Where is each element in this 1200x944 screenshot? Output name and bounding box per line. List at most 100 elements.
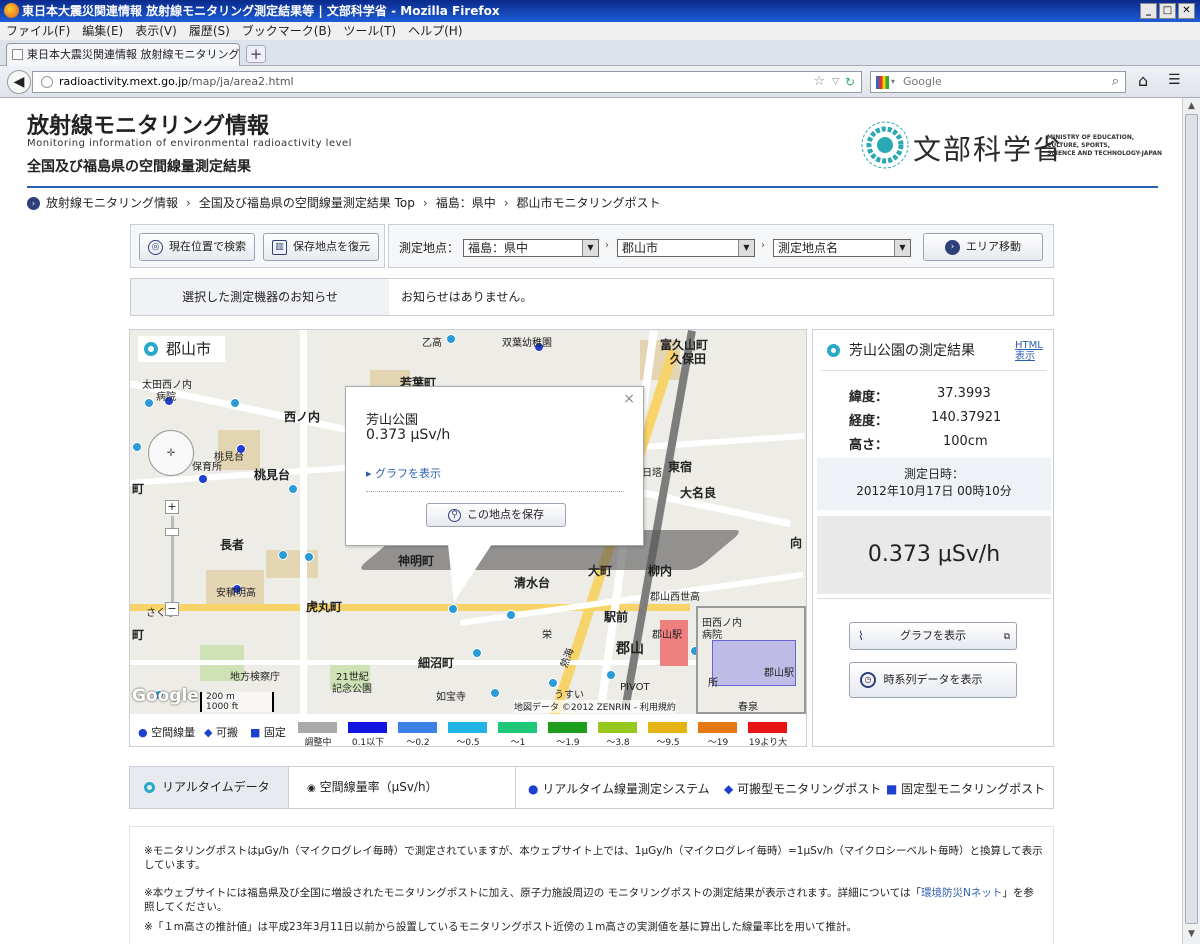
- city-select[interactable]: 郡山市 ▼: [617, 239, 755, 257]
- menu-icon[interactable]: ☰: [1168, 72, 1181, 88]
- nnet-link[interactable]: 環境防災Nネット: [921, 887, 1002, 899]
- legend-type-portable: ◆ 可搬: [204, 726, 238, 739]
- mext-logo-icon: [861, 121, 909, 169]
- legend-swatch: [548, 722, 587, 733]
- point-selector: 測定地点： 福島：県中 ▼ › 郡山市 ▼ › 測定地点名 ▼ › エリア移動: [388, 224, 1054, 268]
- new-tab-button[interactable]: +: [246, 45, 266, 63]
- graph-button[interactable]: ⌇ グラフを表示 ⧉: [849, 622, 1017, 650]
- menu-help[interactable]: ヘルプ(H): [408, 24, 462, 38]
- overview-viewport[interactable]: [712, 640, 796, 686]
- zoom-in-button[interactable]: +: [165, 500, 179, 514]
- bookmark-star-icon[interactable]: ☆: [813, 72, 825, 92]
- lat-label: 緯度：: [849, 390, 889, 405]
- save-point-button[interactable]: ⚲ この地点を保存: [426, 503, 566, 527]
- scroll-up-icon: ▲: [1188, 101, 1195, 111]
- page-scrollbar[interactable]: ▲ ▼: [1182, 98, 1200, 944]
- navigation-bar: ◀ radioactivity.mext.go.jp/map/ja/area2.…: [0, 66, 1200, 98]
- legend-range-label: ～1: [510, 738, 526, 748]
- page-subtitle-en: Monitoring information of environmental …: [27, 138, 352, 149]
- zoom-slider-handle[interactable]: [165, 528, 179, 536]
- back-button[interactable]: ◀: [7, 70, 31, 94]
- arrow-right-icon: ›: [945, 239, 960, 255]
- breadcrumb-home[interactable]: 放射線モニタリング情報: [46, 196, 178, 210]
- locate-button[interactable]: ◎ 現在位置で検索: [139, 233, 255, 261]
- alt-value: 100cm: [943, 434, 988, 449]
- legend-swatch: [298, 722, 337, 733]
- result-value: 0.373 μSv/h: [817, 516, 1051, 594]
- google-icon: [876, 76, 889, 89]
- minimize-button[interactable]: _: [1140, 3, 1157, 19]
- popup-graph-link[interactable]: ▸ グラフを表示: [366, 465, 441, 481]
- legend-realtime-system: ● リアルタイム線量測定システム: [528, 782, 710, 796]
- legend-range-label: 調整中: [304, 738, 332, 748]
- url-path: /map/ja/area2.html: [188, 75, 294, 88]
- search-icon[interactable]: ⌕: [1112, 72, 1119, 92]
- globe-icon: [41, 76, 53, 88]
- menu-history[interactable]: 履歴(S): [189, 24, 230, 38]
- logo-en: MINISTRY OF EDUCATION, CULTURE, SPORTS, SC…: [1047, 134, 1162, 157]
- breadcrumb-area[interactable]: 福島：県中: [436, 196, 496, 210]
- unit-option[interactable]: ◉ 空間線量率（μSv/h）: [288, 767, 516, 808]
- realtime-tab[interactable]: リアルタイムデータ: [130, 767, 288, 808]
- measure-date: 測定日時： 2012年10月17日 00時10分: [817, 458, 1051, 510]
- station-select[interactable]: 測定地点名 ▼: [773, 239, 911, 257]
- menu-file[interactable]: ファイル(F): [6, 24, 70, 38]
- reload-icon[interactable]: ↻: [845, 72, 855, 92]
- menu-tools[interactable]: ツール(T): [343, 24, 396, 38]
- area-badge: 郡山市: [138, 336, 226, 362]
- dropdown-icon[interactable]: ▽: [832, 72, 839, 92]
- overview-map[interactable]: 田西ノ内 病院 郡山駅 所 春泉: [696, 606, 806, 714]
- popup-value: 0.373 μSv/h: [366, 427, 451, 443]
- firefox-icon: [4, 3, 19, 18]
- pref-select[interactable]: 福島：県中 ▼: [463, 239, 599, 257]
- note-3: ※「１m高さの推計値」は平成23年3月11日以前から設置しているモニタリングポス…: [144, 921, 858, 933]
- zoom-out-button[interactable]: −: [165, 602, 179, 616]
- breadcrumb: › 放射線モニタリング情報 › 全国及び福島県の空間線量測定結果 Top › 福島：県中 ›…: [27, 194, 661, 212]
- page-content: 放射線モニタリング情報 Monitoring information of en…: [0, 98, 1180, 944]
- window-titlebar: 東日本大震災関連情報 放射線モニタリング測定結果等 | 文部科学省 - Mozi…: [0, 0, 1200, 22]
- pan-control[interactable]: ✛: [148, 430, 194, 476]
- popup-station-name: 芳山公園: [366, 413, 419, 428]
- breadcrumb-arrow-icon: ›: [27, 197, 40, 210]
- result-panel: 芳山公園の測定結果 HTML表示 緯度： 37.3993 経度： 140.37921…: [812, 329, 1054, 747]
- page-subtitle: 全国及び福島県の空間線量測定結果: [27, 159, 251, 175]
- map[interactable]: 乙高 双葉幼稚園 富久山町 久保田 若葉町 西ノ内 太田西ノ内 病院 桃見台 桃…: [130, 330, 806, 714]
- legend-range-label: ～19: [707, 738, 729, 748]
- legend-range-label: ～9.5: [656, 738, 680, 748]
- google-logo: Google: [132, 686, 199, 706]
- note-2: ※本ウェブサイトには福島県及び全国に増設されたモニタリングポストに加え、原子力施…: [144, 887, 1034, 913]
- area-move-button[interactable]: › エリア移動: [923, 233, 1043, 261]
- chevron-down-icon: ▼: [582, 240, 598, 256]
- breadcrumb-top[interactable]: 全国及び福島県の空間線量測定結果 Top: [199, 196, 415, 210]
- timeseries-button[interactable]: ◷ 時系列データを表示: [849, 662, 1017, 698]
- home-icon[interactable]: ⌂: [1138, 71, 1148, 90]
- close-button[interactable]: ✕: [1178, 3, 1195, 19]
- browser-tab[interactable]: 東日本大震災関連情報 放射線モニタリング...: [6, 43, 240, 66]
- legend-type-spatial: ● 空間線量: [138, 726, 196, 739]
- notice-panel: 選択した測定機器のお知らせ お知らせはありません。: [130, 278, 1054, 316]
- chevron-right-icon: ›: [605, 240, 609, 251]
- close-icon[interactable]: ×: [623, 391, 635, 407]
- realtime-marker-icon: [144, 782, 155, 793]
- legend-range-label: 19より大: [748, 738, 788, 748]
- menu-bookmarks[interactable]: ブックマーク(B): [242, 24, 332, 38]
- maximize-button[interactable]: □: [1159, 3, 1176, 19]
- map-legend: ● 空間線量 ◆ 可搬 ■ 固定 調整中 0.1以下 ～0.2 ～0.5 ～1 ～1.9 ～…: [130, 716, 806, 748]
- chevron-down-icon[interactable]: ▾: [891, 72, 895, 92]
- logo-jp: 文部科学省: [913, 133, 1064, 166]
- search-input[interactable]: ▾ Google ⌕: [870, 71, 1126, 93]
- html-link[interactable]: HTML表示: [1015, 340, 1047, 362]
- legend-swatch: [398, 722, 437, 733]
- legend-range-label: ～1.9: [556, 738, 580, 748]
- alt-label: 高さ：: [849, 438, 889, 453]
- legend-portable-post: ◆ 可搬型モニタリングポスト: [724, 782, 882, 796]
- note-1: ※モニタリングポストはμGy/h（マイクログレイ毎時）で測定されていますが、本ウ…: [144, 845, 1043, 871]
- scroll-thumb[interactable]: [1185, 114, 1198, 924]
- restore-button[interactable]: ▥ 保存地点を復元: [263, 233, 379, 261]
- legend-fixed-post: ■ 固定型モニタリングポスト: [886, 782, 1046, 796]
- menu-edit[interactable]: 編集(E): [82, 24, 123, 38]
- legend-swatch: [698, 722, 737, 733]
- notice-text: お知らせはありません。: [401, 290, 533, 304]
- menu-view[interactable]: 表示(V): [135, 24, 177, 38]
- url-bar[interactable]: radioactivity.mext.go.jp/map/ja/area2.ht…: [32, 71, 862, 93]
